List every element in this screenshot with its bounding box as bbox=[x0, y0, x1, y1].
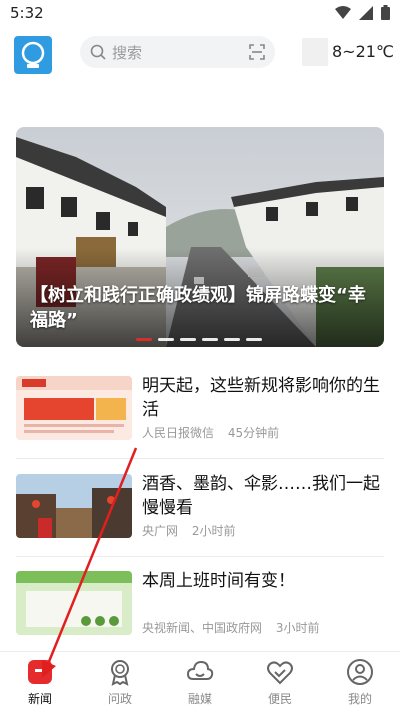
signal-icon bbox=[359, 5, 373, 20]
news-item[interactable]: 本周上班时间有变！ 央视新闻、中国政府网 3小时前 bbox=[16, 571, 384, 661]
pagination-dot bbox=[224, 338, 240, 341]
bottom-nav: 新闻 问政 融媒 便民 我的 bbox=[0, 651, 400, 712]
pagination-dot bbox=[246, 338, 262, 341]
news-meta: 人民日报微信 45分钟前 bbox=[142, 424, 289, 441]
scan-icon[interactable] bbox=[249, 44, 265, 60]
cloud-icon bbox=[186, 660, 214, 680]
status-bar: 5:32 bbox=[0, 0, 400, 28]
weather-temperature[interactable]: 8~21℃ bbox=[332, 42, 394, 61]
divider bbox=[16, 458, 384, 459]
news-source: 央广网 bbox=[142, 524, 179, 538]
badge-icon bbox=[111, 660, 129, 686]
news-title[interactable]: 酒香、墨韵、伞影……我们一起慢慢看 bbox=[142, 472, 384, 520]
news-time: 45分钟前 bbox=[227, 426, 280, 440]
news-thumbnail bbox=[16, 474, 132, 538]
search-placeholder: 搜索 bbox=[112, 44, 143, 62]
wifi-icon bbox=[335, 5, 351, 19]
pagination-dot bbox=[158, 338, 174, 341]
banner-caption[interactable]: 【树立和践行正确政绩观】锦屏路蝶变“幸福路” bbox=[30, 283, 370, 333]
nav-label: 问政 bbox=[107, 692, 132, 706]
nav-item-rongmei[interactable]: 融媒 bbox=[160, 652, 240, 712]
news-meta: 央视新闻、中国政府网 3小时前 bbox=[142, 619, 329, 636]
app-logo[interactable] bbox=[14, 36, 52, 74]
status-icons bbox=[335, 5, 390, 20]
news-icon bbox=[28, 660, 52, 684]
nav-label: 融媒 bbox=[187, 692, 212, 706]
weather-icon[interactable] bbox=[302, 38, 328, 66]
battery-icon bbox=[381, 5, 390, 20]
nav-item-news[interactable]: 新闻 bbox=[0, 652, 80, 712]
featured-banner[interactable]: 【树立和践行正确政绩观】锦屏路蝶变“幸福路” bbox=[16, 127, 384, 347]
news-source: 央视新闻、中国政府网 bbox=[142, 621, 263, 635]
nav-item-bianmin[interactable]: 便民 bbox=[240, 652, 320, 712]
divider bbox=[16, 556, 384, 557]
news-title[interactable]: 明天起，这些新规将影响你的生活 bbox=[142, 374, 384, 422]
search-input[interactable]: 搜索 bbox=[80, 36, 275, 68]
news-meta: 央广网 2小时前 bbox=[142, 522, 245, 539]
pagination-dot bbox=[202, 338, 218, 341]
user-icon bbox=[347, 659, 373, 685]
nav-label: 我的 bbox=[347, 692, 372, 706]
nav-label: 便民 bbox=[267, 692, 292, 706]
search-icon bbox=[90, 44, 106, 60]
status-time: 5:32 bbox=[10, 4, 44, 22]
news-item[interactable]: 酒香、墨韵、伞影……我们一起慢慢看 央广网 2小时前 bbox=[16, 474, 384, 564]
header: 搜索 8~21℃ bbox=[0, 28, 400, 76]
nav-item-mine[interactable]: 我的 bbox=[320, 652, 400, 712]
banner-pagination bbox=[136, 338, 262, 341]
news-thumbnail bbox=[16, 376, 132, 440]
logo-icon bbox=[21, 41, 45, 68]
news-title[interactable]: 本周上班时间有变！ bbox=[142, 569, 384, 593]
news-time: 3小时前 bbox=[275, 621, 320, 635]
news-source: 人民日报微信 bbox=[142, 426, 215, 440]
nav-label: 新闻 bbox=[27, 692, 52, 706]
pagination-dot bbox=[180, 338, 196, 341]
heart-hands-icon bbox=[267, 661, 293, 685]
pagination-dot-active bbox=[136, 338, 152, 341]
news-time: 2小时前 bbox=[191, 524, 236, 538]
nav-item-wenzheng[interactable]: 问政 bbox=[80, 652, 160, 712]
news-thumbnail bbox=[16, 571, 132, 635]
news-item[interactable]: 明天起，这些新规将影响你的生活 人民日报微信 45分钟前 bbox=[16, 376, 384, 466]
